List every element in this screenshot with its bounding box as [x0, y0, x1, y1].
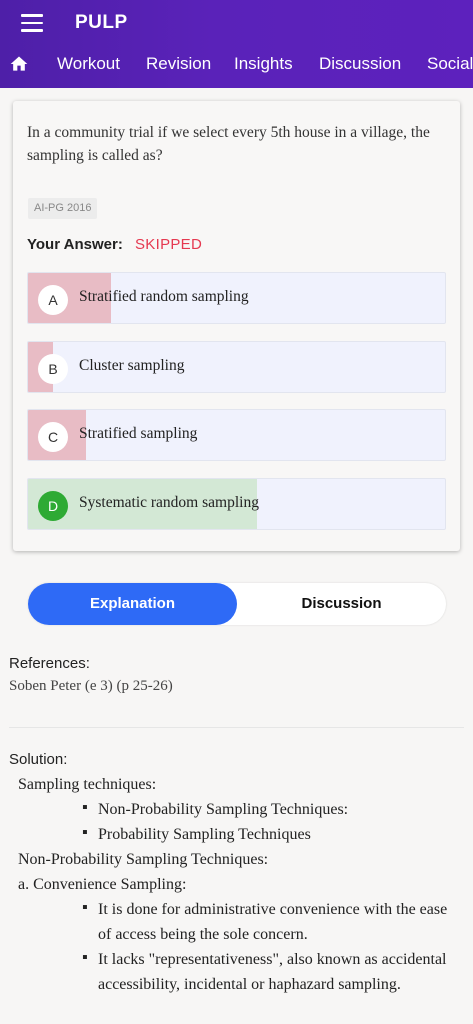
option-d-letter: D	[38, 491, 68, 521]
solution-line: Sampling techniques:	[18, 776, 157, 793]
bullet-marker: ▪	[82, 949, 88, 966]
divider	[9, 727, 464, 728]
solution-heading: Solution:	[9, 751, 68, 768]
option-d[interactable]: D Systematic random sampling	[27, 478, 446, 530]
tab-insights[interactable]: Insights	[234, 54, 293, 74]
tab-revision[interactable]: Revision	[146, 54, 211, 74]
option-c[interactable]: C Stratified sampling	[27, 409, 446, 461]
question-text: In a community trial if we select every …	[27, 124, 430, 164]
question-card: In a community trial if we select every …	[13, 101, 460, 551]
home-icon[interactable]	[9, 54, 29, 74]
option-a[interactable]: A Stratified random sampling	[27, 272, 446, 324]
solution-bullet: It lacks "representativeness", also know…	[98, 951, 447, 993]
bullet-marker: ▪	[82, 824, 88, 841]
option-c-text: Stratified sampling	[79, 425, 198, 442]
exam-tag: AI-PG 2016	[28, 198, 98, 219]
tab-discussion[interactable]: Discussion	[319, 54, 401, 74]
app-header: PULP Workout Revision Insights Discussio…	[0, 0, 473, 88]
references-heading: References:	[9, 655, 90, 672]
solution-bullet: Non-Probability Sampling Techniques:	[98, 801, 349, 818]
solution-line: Non-Probability Sampling Techniques:	[18, 851, 269, 868]
discussion-button[interactable]: Discussion	[237, 583, 446, 625]
option-b-letter: B	[38, 354, 68, 384]
option-a-text: Stratified random sampling	[79, 288, 249, 305]
bullet-marker: ▪	[82, 899, 88, 916]
your-answer-status: SKIPPED	[135, 236, 203, 253]
option-a-letter: A	[38, 285, 68, 315]
hamburger-menu-icon[interactable]	[21, 14, 43, 32]
option-b-text: Cluster sampling	[79, 357, 185, 374]
explanation-discussion-toggle: Explanation Discussion	[28, 583, 446, 625]
explanation-button[interactable]: Explanation	[28, 583, 237, 625]
solution-line: a. Convenience Sampling:	[18, 876, 187, 893]
solution-bullet: Probability Sampling Techniques	[98, 826, 311, 843]
references-text: Soben Peter (e 3) (p 25-26)	[9, 678, 173, 694]
option-d-text: Systematic random sampling	[79, 494, 259, 511]
option-b[interactable]: B Cluster sampling	[27, 341, 446, 393]
option-c-letter: C	[38, 422, 68, 452]
tab-workout[interactable]: Workout	[57, 54, 120, 74]
tab-social[interactable]: Social	[427, 54, 473, 74]
bullet-marker: ▪	[82, 799, 88, 816]
solution-bullet: It is done for administrative convenienc…	[98, 901, 448, 943]
your-answer-label: Your Answer:	[27, 236, 123, 253]
app-title: PULP	[75, 12, 128, 33]
